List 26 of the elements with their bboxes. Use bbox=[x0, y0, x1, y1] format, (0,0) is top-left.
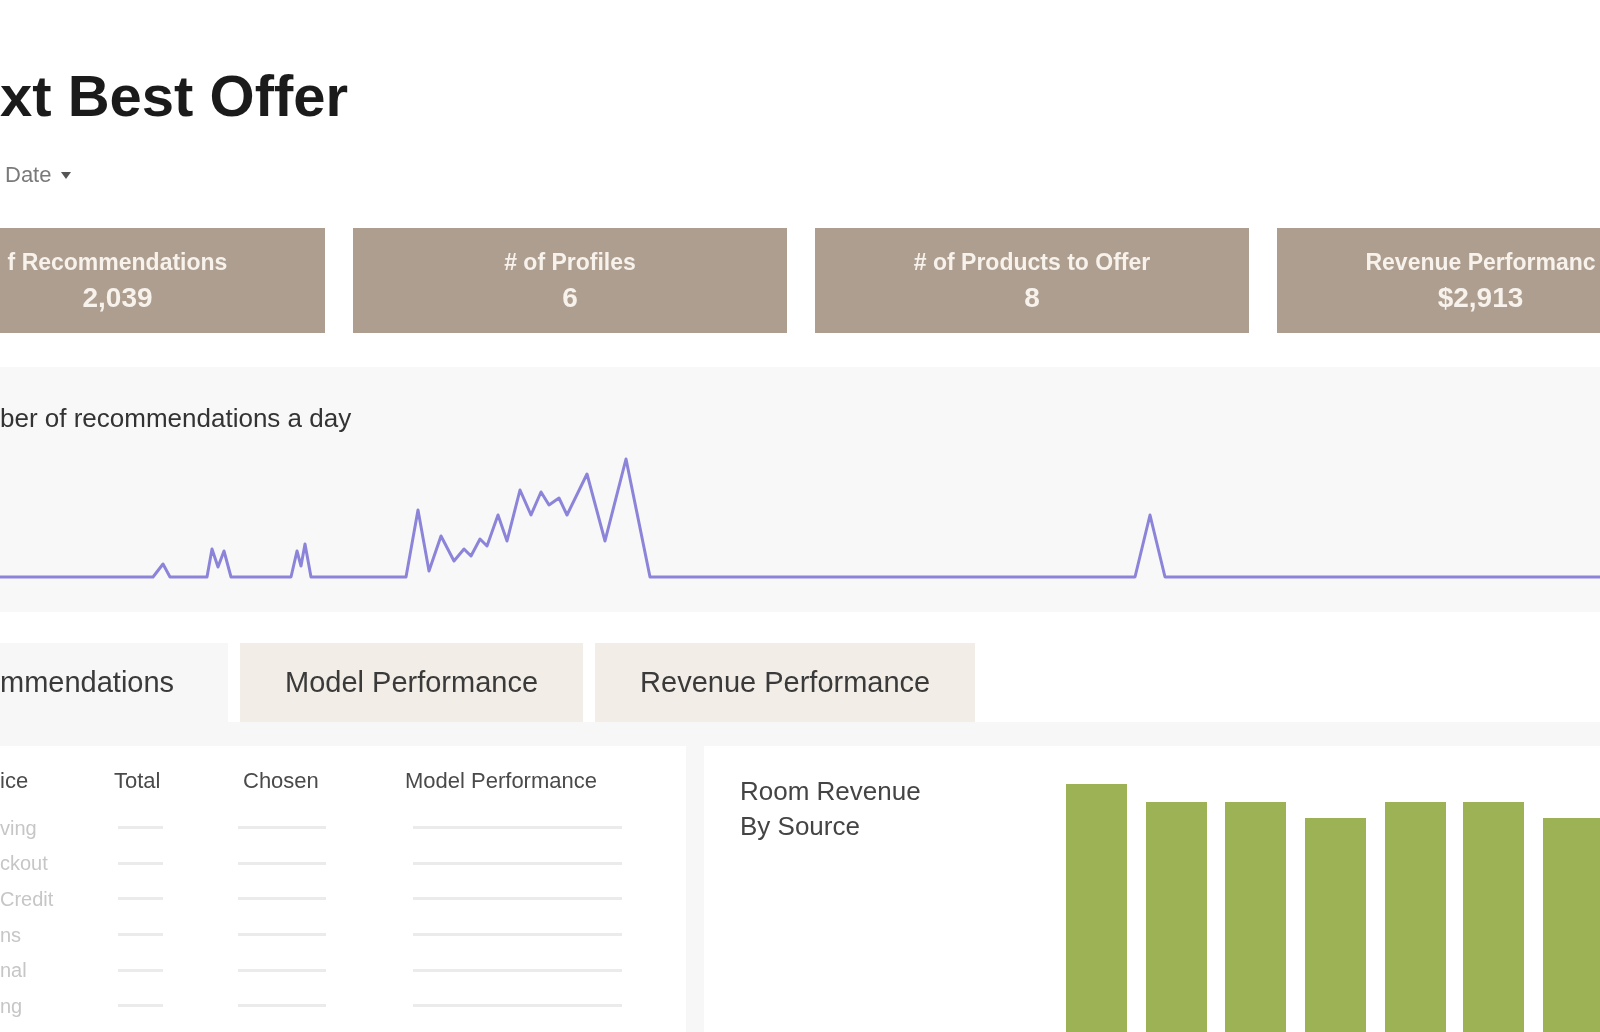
table-cell: ns bbox=[0, 922, 22, 947]
column-header: Total bbox=[114, 768, 161, 794]
column-header: Model Performance bbox=[405, 768, 597, 794]
chart-title: ber of recommendations a day bbox=[0, 403, 353, 433]
tab[interactable]: mmendations bbox=[0, 643, 228, 722]
kpi-label: f Recommendations bbox=[7, 247, 228, 276]
kpi-value: 2,039 bbox=[82, 281, 153, 314]
kpi-value: $2,913 bbox=[1437, 281, 1524, 314]
caret-down-icon bbox=[61, 171, 72, 179]
chart-title: Room Revenue By Source bbox=[740, 775, 922, 843]
column-header: Chosen bbox=[243, 768, 319, 794]
table-cell: ng bbox=[0, 993, 23, 1018]
kpi-label: # of Profiles bbox=[504, 247, 636, 276]
kpi-label: # of Products to Offer bbox=[913, 247, 1151, 276]
table-cell: ving bbox=[0, 815, 37, 840]
kpi-label: Revenue Performanc bbox=[1365, 247, 1596, 276]
date-dropdown[interactable]: Date bbox=[5, 162, 72, 188]
tab[interactable]: Model Performance bbox=[240, 643, 584, 722]
kpi-value: 8 bbox=[1024, 281, 1040, 314]
page-title: xt Best Offer bbox=[0, 67, 349, 125]
table-cell: ckout bbox=[0, 851, 48, 876]
kpi-value: 6 bbox=[562, 281, 578, 314]
table-cell: Credit bbox=[0, 887, 54, 911]
tab[interactable]: Revenue Performance bbox=[595, 643, 976, 722]
table-cell: nal bbox=[0, 958, 27, 983]
column-header: ice bbox=[0, 768, 29, 794]
